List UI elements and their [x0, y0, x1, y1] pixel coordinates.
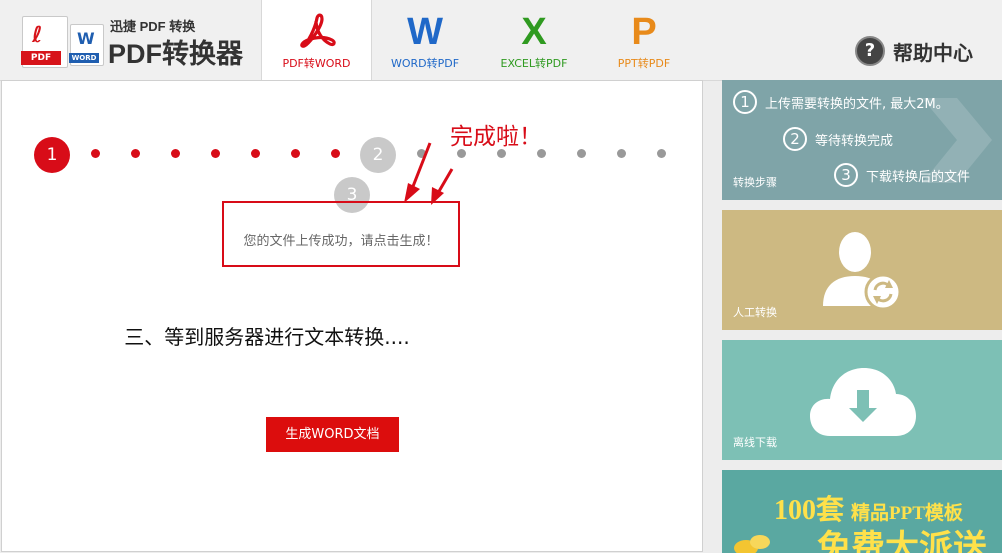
steps-item-2-number: 2	[783, 127, 807, 151]
tab-word-to-pdf[interactable]: W WORD转PDF	[372, 0, 478, 80]
ppt-template-promo-banner[interactable]: 100套 精品PPT模板 免费大派送	[722, 470, 1002, 553]
word-icon: W	[77, 29, 95, 48]
steps-item-1: 1 上传需要转换的文件, 最大2M。	[733, 90, 949, 114]
ppt-icon: P	[631, 11, 657, 53]
help-icon: ?	[855, 36, 885, 66]
person-sync-icon	[823, 232, 902, 310]
progress-dot	[617, 149, 626, 158]
arrow-annotation-icon	[404, 142, 454, 205]
top-bar: ℓ PDF W WORD 迅捷 PDF 转换 PDF转换器 PDF转WORD W…	[0, 0, 1002, 81]
manual-panel-label: 人工转换	[733, 306, 777, 319]
tab-pdf-to-word-label: PDF转WORD	[282, 57, 351, 70]
tab-ppt-to-pdf[interactable]: P PPT转PDF	[590, 0, 698, 80]
conversion-steps-panel[interactable]: 1 上传需要转换的文件, 最大2M。 2 等待转换完成 3 下载转换后的文件 转…	[722, 80, 1002, 200]
coins-icon	[734, 535, 770, 553]
steps-panel-label: 转换步骤	[733, 176, 777, 189]
help-center-link[interactable]: ? 帮助中心	[855, 35, 973, 67]
tab-excel-to-pdf-label: EXCEL转PDF	[500, 57, 568, 70]
progress-dot	[91, 149, 100, 158]
progress-dot	[291, 149, 300, 158]
progress-dot	[211, 149, 220, 158]
tab-pdf-to-word[interactable]: PDF转WORD	[261, 0, 372, 81]
offline-panel-label: 离线下载	[733, 436, 777, 449]
tab-word-to-pdf-label: WORD转PDF	[390, 57, 460, 70]
steps-item-3-number: 3	[834, 163, 858, 187]
steps-item-3: 3 下载转换后的文件	[834, 163, 970, 187]
cloud-download-icon	[810, 368, 916, 436]
generate-word-button[interactable]: 生成WORD文档	[266, 417, 399, 452]
progress-dot	[577, 149, 586, 158]
pdf-badge: PDF	[21, 51, 61, 65]
logo-title: PDF转换器	[108, 39, 243, 69]
word-icon: W	[407, 11, 443, 53]
upload-success-message: 您的文件上传成功，请点击生成！	[243, 234, 439, 249]
steps-item-2-text: 等待转换完成	[815, 133, 894, 149]
progress-dot	[657, 149, 666, 158]
conversion-panel: 1 2 3 完成啦！ 您的文件上传成功，请点击生成！ 三、等到服务器进行文本转换…	[1, 80, 703, 552]
done-annotation: 完成啦！	[450, 124, 542, 150]
tab-ppt-to-pdf-label: PPT转PDF	[617, 57, 671, 70]
word-badge: WORD	[69, 53, 99, 63]
manual-conversion-panel[interactable]: 人工转换	[722, 210, 1002, 330]
tab-excel-to-pdf[interactable]: X EXCEL转PDF	[480, 0, 588, 80]
word-file-icon: W WORD	[69, 24, 104, 66]
progress-dot	[131, 149, 140, 158]
progress-dot	[251, 149, 260, 158]
conversion-status-text: 三、等到服务器进行文本转换....	[124, 325, 410, 349]
acrobat-icon	[300, 13, 336, 48]
acrobat-icon: ℓ	[32, 23, 43, 48]
excel-icon: X	[521, 11, 547, 53]
step-2-indicator: 2	[360, 137, 396, 173]
step-1-indicator: 1	[34, 137, 70, 173]
progress-dot	[171, 149, 180, 158]
offline-download-panel[interactable]: 离线下载	[722, 340, 1002, 460]
upload-success-message-box: 您的文件上传成功，请点击生成！	[222, 201, 460, 267]
steps-item-1-number: 1	[733, 90, 757, 114]
steps-item-3-text: 下载转换后的文件	[866, 169, 971, 185]
steps-item-1-text: 上传需要转换的文件, 最大2M。	[765, 96, 949, 112]
steps-item-2: 2 等待转换完成	[783, 127, 893, 151]
help-center-label: 帮助中心	[893, 42, 973, 65]
promo-line-2: 免费大派送	[817, 528, 987, 553]
pdf-file-icon: ℓ PDF	[21, 16, 68, 68]
progress-dot	[331, 149, 340, 158]
app-logo[interactable]: ℓ PDF W WORD 迅捷 PDF 转换 PDF转换器	[21, 12, 247, 69]
